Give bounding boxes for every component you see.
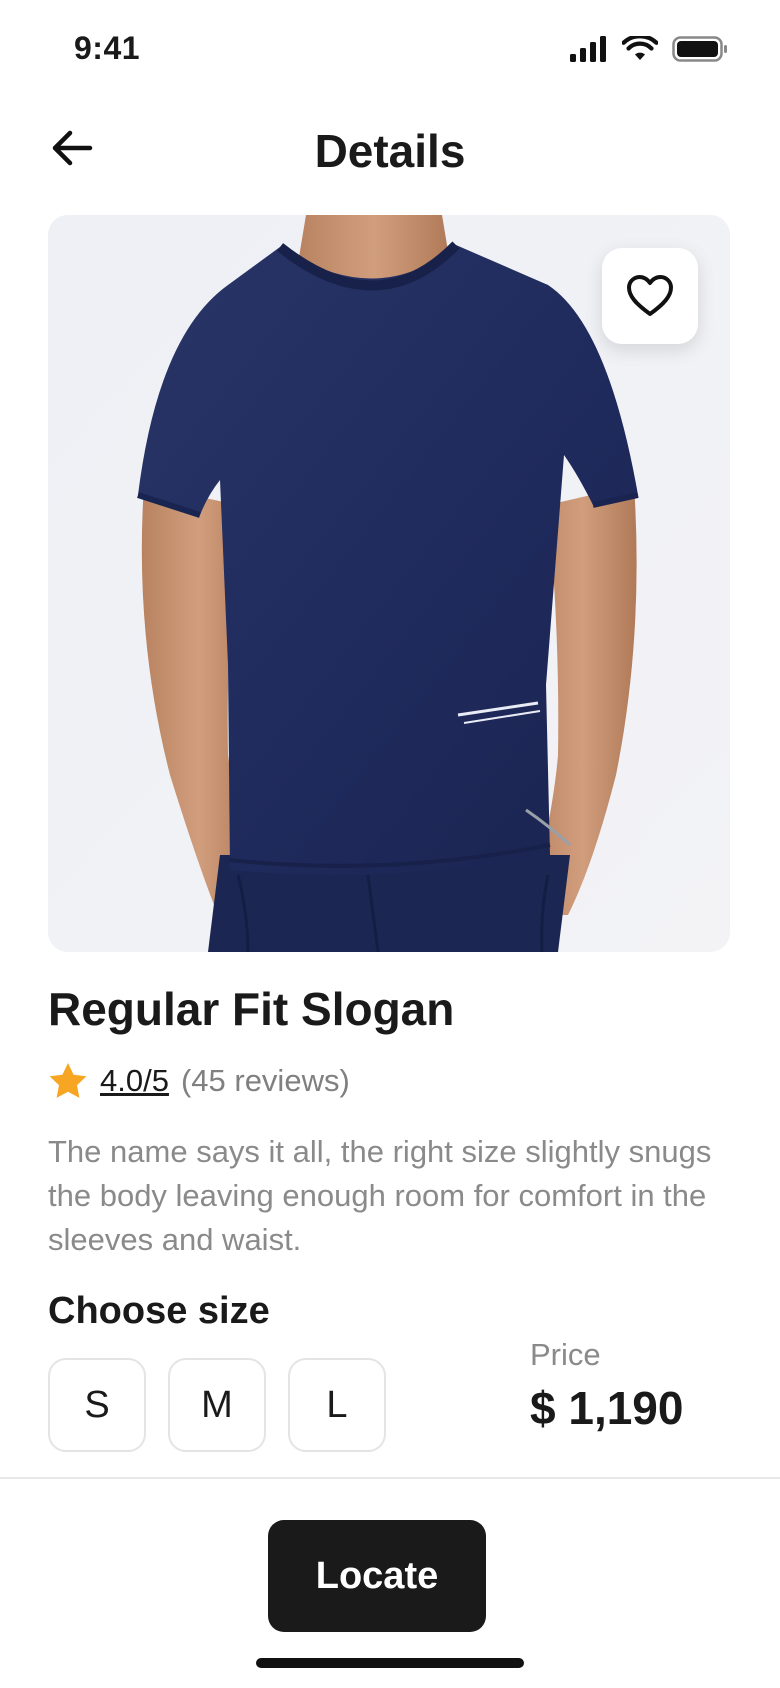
status-icons [570,36,728,62]
header: Details [0,110,780,190]
price-label: Price [530,1337,601,1372]
bottom-divider [0,1477,780,1479]
favorite-button[interactable] [602,248,698,344]
heart-icon [627,275,673,316]
battery-icon [672,36,727,62]
size-options: S M L [48,1358,386,1452]
product-image [48,215,730,952]
status-time: 9:41 [74,30,141,66]
size-option-m[interactable]: M [168,1358,266,1452]
reviews-count: (45 reviews) [180,1063,350,1098]
rating-value[interactable]: 4.0/5 [100,1063,169,1099]
cellular-signal-icon [570,36,606,62]
star-icon [49,1063,87,1098]
product-description: The name says it all, the right size sli… [48,1134,712,1257]
wifi-icon [622,36,658,60]
size-option-l[interactable]: L [288,1358,386,1452]
size-option-s[interactable]: S [48,1358,146,1452]
size-title: Choose size [48,1290,270,1332]
product-name: Regular Fit Slogan [48,983,455,1035]
page-title: Details [314,125,466,177]
locate-button[interactable]: Locate [268,1520,486,1632]
price-value: $ 1,190 [530,1382,684,1434]
rating-row: 4.0/5 (45 reviews) [48,1062,350,1100]
price-block: Price $ 1,190 [530,1337,683,1435]
status-bar: 9:41 [0,0,780,100]
home-indicator [256,1658,524,1668]
